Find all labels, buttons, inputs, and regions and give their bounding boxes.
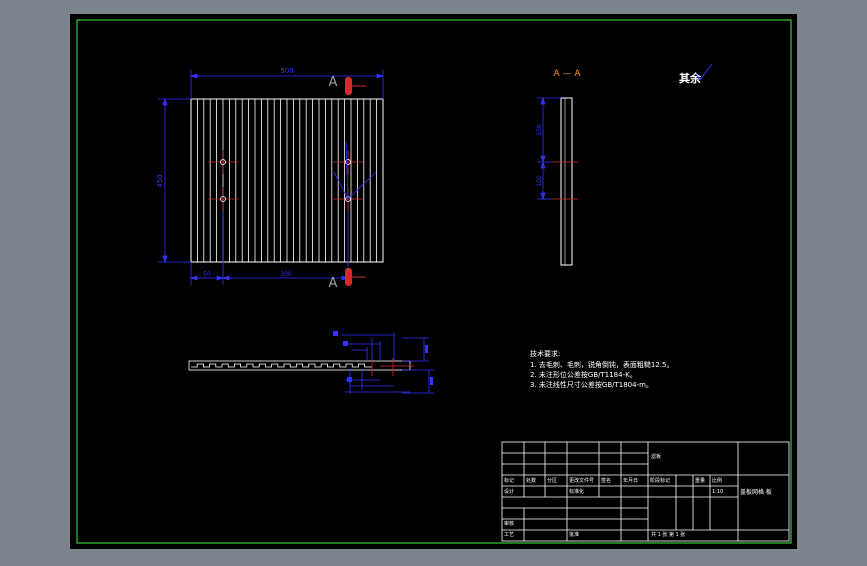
section-label-top: A [329, 75, 338, 90]
sheet-info: 共 1 张 第 1 张 [651, 531, 685, 538]
section-dim-lower: 100 [536, 175, 543, 187]
drawing-name: 盖板网格 板 [740, 488, 772, 496]
dim-bottom-left: 50 [203, 271, 211, 278]
section-title: A — A [553, 69, 581, 79]
row-header: 分区 [547, 477, 557, 484]
row-header: 签名 [601, 477, 611, 484]
tech-heading: 技术要求: [530, 349, 560, 358]
dim-tick [425, 345, 428, 353]
dim-tick [333, 331, 338, 336]
drawing-canvas[interactable]: 500 450 50 300 A A A — A 150 100 其余 技术要求… [0, 0, 867, 562]
dim-tick [343, 341, 348, 346]
drawing-sheet [70, 14, 797, 549]
section-dim-upper: 150 [536, 124, 543, 136]
dim-bottom-mid: 300 [280, 271, 292, 278]
design-label: 设计 [504, 488, 514, 495]
standardization-label: 标准化 [569, 488, 584, 495]
approve-label: 批准 [569, 531, 579, 538]
row-header: 年月日 [623, 477, 638, 484]
scale-value: 1:10 [712, 489, 723, 495]
weight-label: 重量 [695, 477, 705, 484]
tech-item: 3. 未注线性尺寸公差按GB/T1804-m。 [530, 380, 653, 389]
dim-total-width: 500 [280, 67, 293, 75]
cad-drawing-viewport[interactable]: 500 450 50 300 A A A — A 150 100 其余 技术要求… [0, 0, 867, 562]
stage-mark-label: 阶段标记 [650, 477, 670, 484]
part-name: 滤板 [651, 453, 661, 460]
row-header: 处数 [526, 477, 536, 484]
tech-item: 2. 未注形位公差按GB/T1184-K。 [530, 370, 637, 379]
process-label: 工艺 [504, 532, 514, 538]
section-label-bottom: A [329, 276, 338, 291]
review-label: 审核 [504, 520, 514, 527]
tech-item: 1. 去毛刺、毛刺，锐角倒钝，表面粗糙12.5。 [530, 360, 674, 369]
row-header: 更改文件号 [569, 477, 594, 484]
row-header: 标记 [504, 477, 514, 484]
dim-tick [347, 377, 352, 382]
dim-height: 450 [156, 174, 164, 187]
dim-tick [430, 377, 433, 385]
scale-label: 比例 [712, 477, 722, 484]
